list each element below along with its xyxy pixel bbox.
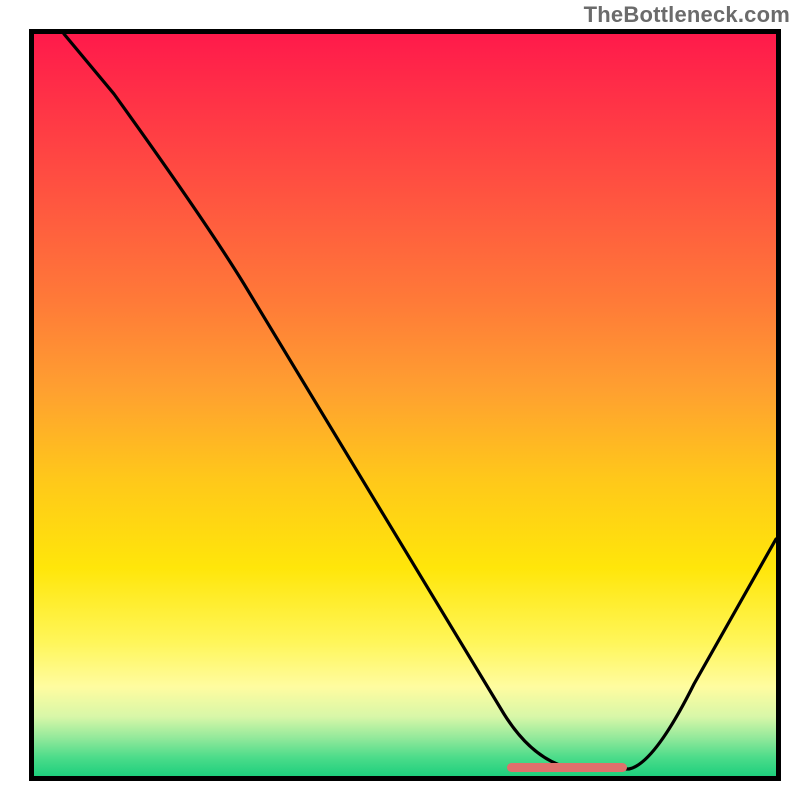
watermark-text: TheBottleneck.com xyxy=(584,2,790,28)
plot-svg xyxy=(34,34,776,776)
plot-frame xyxy=(29,29,781,781)
bottleneck-curve xyxy=(64,34,776,769)
optimum-band xyxy=(507,763,627,772)
chart-canvas: TheBottleneck.com xyxy=(0,0,800,800)
